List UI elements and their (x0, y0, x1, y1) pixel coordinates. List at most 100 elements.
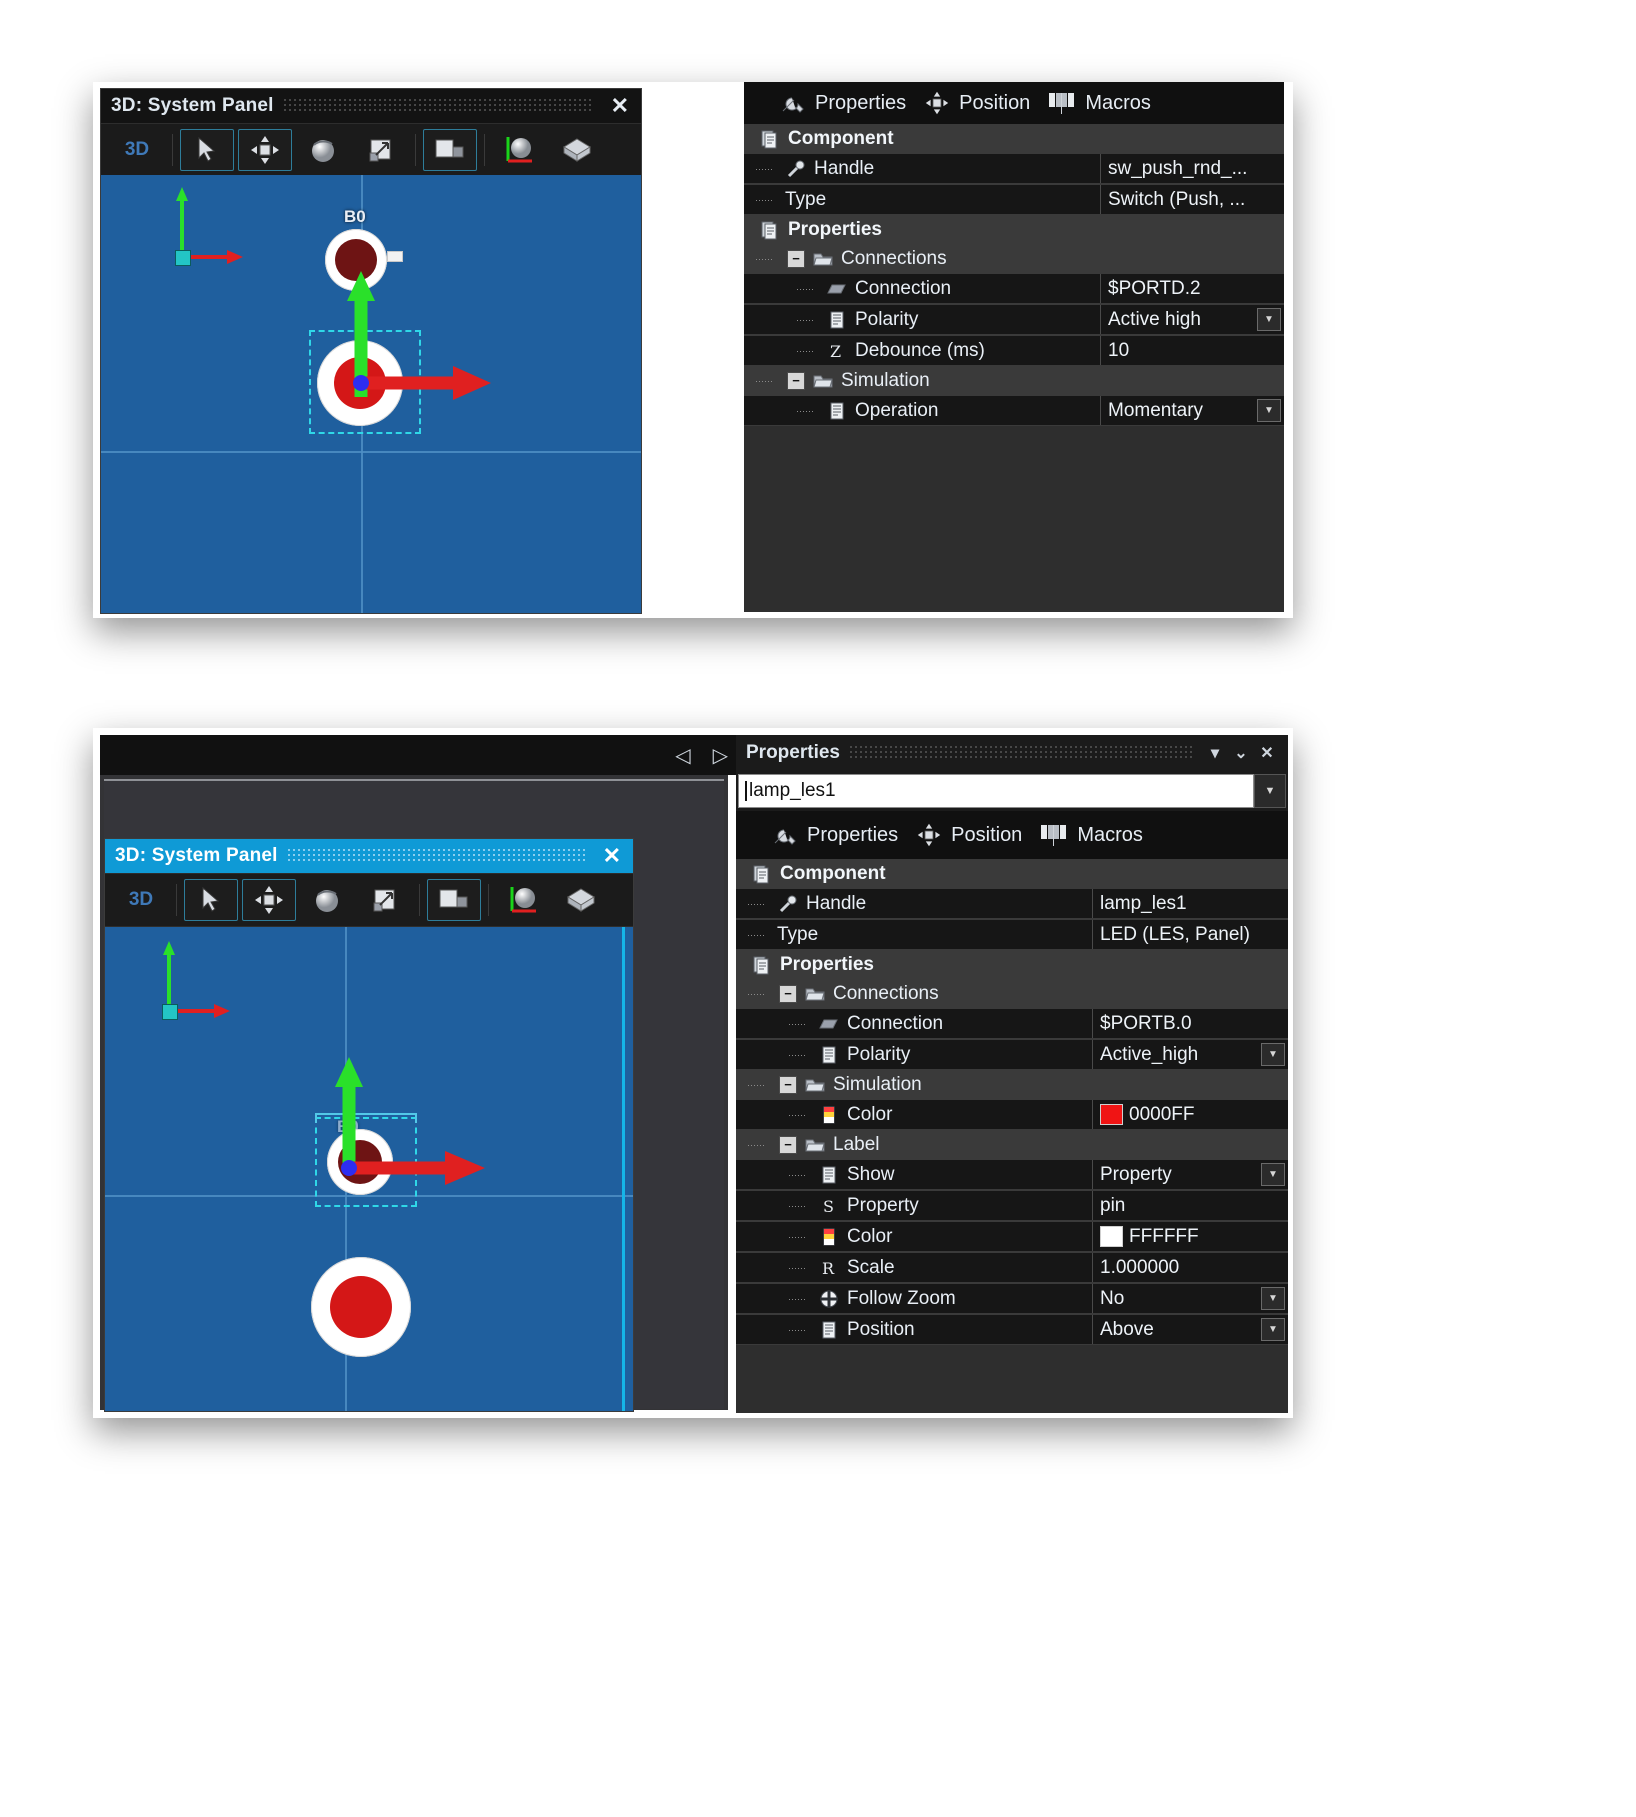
property-value-cell[interactable]: Switch (Push, ... (1100, 185, 1284, 214)
property-value-cell[interactable]: FFFFFF (1092, 1222, 1288, 1251)
property-row[interactable]: R Scale 1.000000 (736, 1252, 1288, 1283)
close-icon-2[interactable]: ✕ (595, 845, 629, 867)
properties-titlebar-grip[interactable] (849, 746, 1192, 760)
select-tool-button[interactable] (180, 129, 234, 171)
property-row[interactable]: Connection $PORTD.2 (744, 273, 1284, 304)
shape-tool-button[interactable] (550, 129, 604, 171)
property-value-cell[interactable]: Property ▼ (1092, 1160, 1288, 1189)
viewport-canvas[interactable]: B0 (101, 175, 641, 613)
property-row[interactable]: − Simulation (744, 366, 1284, 395)
scale-tool-button[interactable] (354, 129, 408, 171)
property-row[interactable]: − Connections (744, 244, 1284, 273)
origin-axis-gizmo (173, 185, 253, 275)
property-value-cell[interactable]: lamp_les1 (1092, 889, 1288, 918)
rotate-tool-button[interactable] (296, 129, 350, 171)
property-row[interactable]: Connection $PORTB.0 (736, 1008, 1288, 1039)
property-value-cell[interactable]: $PORTD.2 (1100, 274, 1284, 303)
property-value-cell[interactable]: 0000FF (1092, 1100, 1288, 1129)
property-value-cell[interactable]: 1.000000 (1092, 1253, 1288, 1282)
led-component-active[interactable] (311, 1257, 411, 1357)
value-dropdown-button[interactable]: ▼ (1261, 1043, 1285, 1066)
tree-guide-horizontal (797, 319, 815, 321)
property-row[interactable]: Handle sw_push_rnd_... (744, 153, 1284, 184)
value-dropdown-button[interactable]: ▼ (1261, 1163, 1285, 1186)
property-row[interactable]: Properties (736, 950, 1288, 979)
next-arrow-icon[interactable]: ▷ (713, 743, 728, 768)
value-dropdown-button[interactable]: ▼ (1261, 1287, 1285, 1310)
property-row[interactable]: Component (744, 124, 1284, 153)
prev-arrow-icon[interactable]: ◁ (675, 743, 690, 768)
property-value-cell[interactable]: 10 (1100, 336, 1284, 365)
property-value-cell[interactable]: pin (1092, 1191, 1288, 1220)
property-row[interactable]: S Property pin (736, 1190, 1288, 1221)
light-tool-button-2[interactable] (496, 879, 550, 921)
component-name-input[interactable]: lamp_les1 (738, 774, 1254, 808)
value-dropdown-button[interactable]: ▼ (1257, 399, 1281, 422)
tab-position[interactable]: Position (918, 91, 1036, 115)
property-row[interactable]: Color 0000FF (736, 1099, 1288, 1130)
view-tool-button[interactable] (423, 129, 477, 171)
expander-toggle[interactable]: − (787, 249, 805, 268)
translate-axis-x-arrow-2[interactable] (341, 1144, 487, 1192)
titlebar-grip-2[interactable] (287, 849, 585, 863)
value-dropdown-button[interactable]: ▼ (1257, 308, 1281, 331)
property-row[interactable]: Type LED (LES, Panel) (736, 919, 1288, 950)
property-value-cell[interactable]: Active_high ▼ (1092, 1040, 1288, 1069)
property-row[interactable]: Operation Momentary ▼ (744, 395, 1284, 426)
move-tool-button[interactable] (238, 129, 292, 171)
property-row[interactable]: − Simulation (736, 1070, 1288, 1099)
view-tool-button-2[interactable] (427, 879, 481, 921)
expander-toggle[interactable]: − (779, 1075, 797, 1094)
property-row[interactable]: Z Debounce (ms) 10 (744, 335, 1284, 366)
expander-toggle[interactable]: − (779, 984, 797, 1003)
expander-toggle[interactable]: − (779, 1135, 797, 1154)
property-value-cell[interactable]: Momentary ▼ (1100, 396, 1284, 425)
shape-tool-button-2[interactable] (554, 879, 608, 921)
property-value-cell[interactable]: LED (LES, Panel) (1092, 920, 1288, 949)
property-row[interactable]: Follow Zoom No ▼ (736, 1283, 1288, 1314)
value-dropdown-button[interactable]: ▼ (1261, 1318, 1285, 1341)
close-icon-3[interactable]: ✕ (1254, 743, 1280, 763)
property-value-cell[interactable]: Above ▼ (1092, 1315, 1288, 1344)
component-name-dropdown[interactable]: ▼ (1254, 774, 1286, 808)
select-tool-button-2[interactable] (184, 879, 238, 921)
tab-properties-2[interactable]: Properties (766, 824, 904, 847)
gizmo-center-handle[interactable] (353, 375, 369, 391)
color-swatch[interactable] (1100, 1104, 1123, 1125)
translate-axis-x-arrow[interactable] (353, 359, 493, 407)
tree-guide-horizontal (797, 350, 815, 352)
property-value-cell[interactable]: Active high ▼ (1100, 305, 1284, 334)
color-swatch[interactable] (1100, 1226, 1123, 1247)
chevron-down-icon[interactable]: ▾ (1202, 743, 1228, 763)
property-row[interactable]: Handle lamp_les1 (736, 888, 1288, 919)
property-row[interactable]: − Connections (736, 979, 1288, 1008)
pin-icon[interactable]: ⌄ (1228, 743, 1254, 763)
property-row[interactable]: Component (736, 859, 1288, 888)
property-value-cell[interactable]: $PORTB.0 (1092, 1009, 1288, 1038)
tab-macros[interactable]: Macros (1042, 91, 1157, 115)
property-value-cell[interactable]: sw_push_rnd_... (1100, 154, 1284, 183)
close-icon[interactable]: ✕ (603, 95, 637, 117)
titlebar-grip[interactable] (283, 99, 593, 113)
property-row[interactable]: Show Property ▼ (736, 1159, 1288, 1190)
move-tool-button-2[interactable] (242, 879, 296, 921)
property-row[interactable]: Position Above ▼ (736, 1314, 1288, 1345)
viewport-canvas-2[interactable]: B0 (105, 927, 633, 1411)
viewport-toolbar: 3D (101, 123, 641, 177)
property-row[interactable]: Properties (744, 215, 1284, 244)
scale-tool-button-2[interactable] (358, 879, 412, 921)
tab-position-2[interactable]: Position (910, 823, 1028, 847)
rotate-tool-button-2[interactable] (300, 879, 354, 921)
gizmo-center-handle-2[interactable] (341, 1160, 357, 1176)
property-value-cell[interactable]: No ▼ (1092, 1284, 1288, 1313)
tab-macros-2[interactable]: Macros (1034, 823, 1149, 847)
property-row[interactable]: − Label (736, 1130, 1288, 1159)
component-name-bar: lamp_les1 ▼ (736, 771, 1288, 811)
property-row[interactable]: Polarity Active high ▼ (744, 304, 1284, 335)
property-row[interactable]: Color FFFFFF (736, 1221, 1288, 1252)
tab-properties[interactable]: Properties (774, 92, 912, 115)
property-row[interactable]: Polarity Active_high ▼ (736, 1039, 1288, 1070)
property-row[interactable]: Type Switch (Push, ... (744, 184, 1284, 215)
light-tool-button[interactable] (492, 129, 546, 171)
expander-toggle[interactable]: − (787, 371, 805, 390)
